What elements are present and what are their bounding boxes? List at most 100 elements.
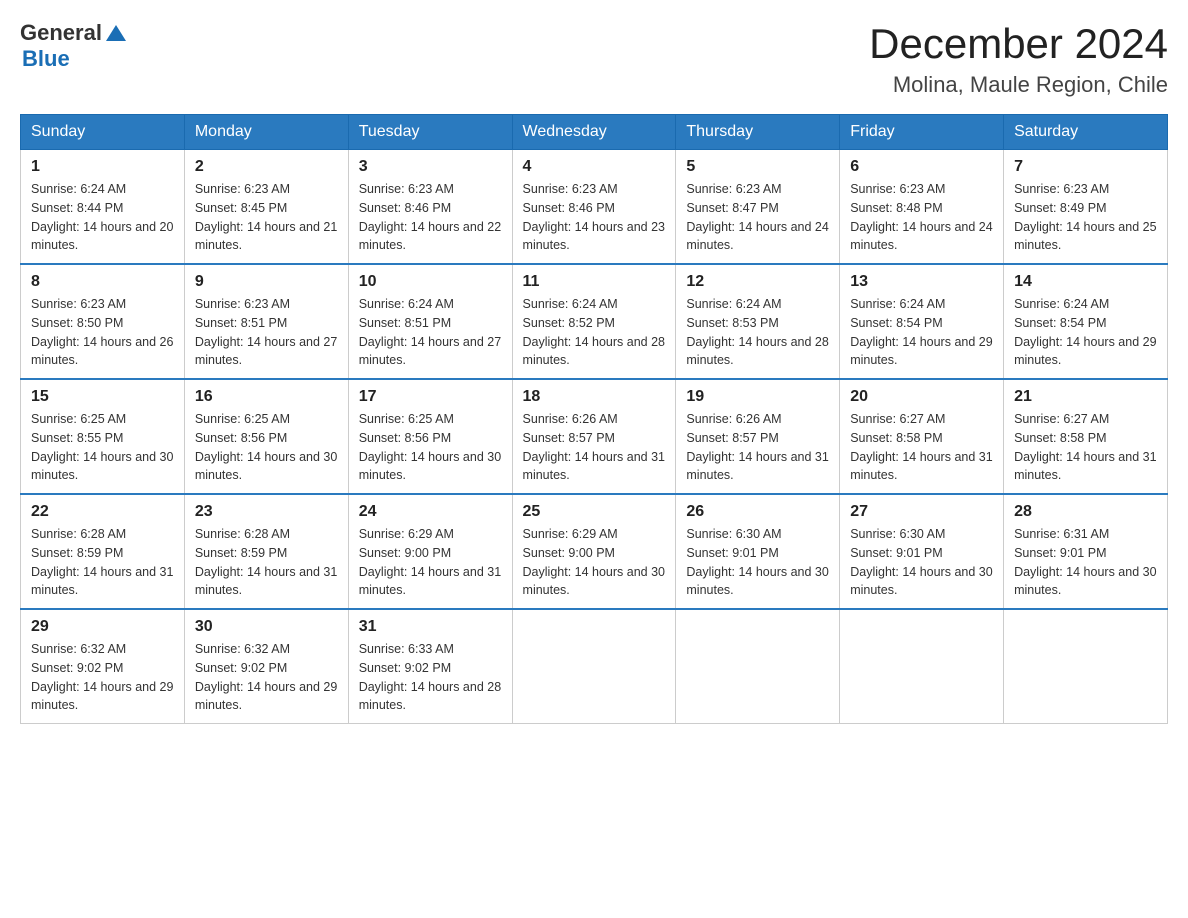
logo-icon: General Blue [20,20,126,72]
day-number: 21 [1014,388,1157,406]
calendar-cell [512,609,676,724]
calendar-cell: 14 Sunrise: 6:24 AMSunset: 8:54 PMDaylig… [1004,264,1168,379]
day-info: Sunrise: 6:28 AMSunset: 8:59 PMDaylight:… [195,527,337,597]
day-info: Sunrise: 6:26 AMSunset: 8:57 PMDaylight:… [523,412,665,482]
day-info: Sunrise: 6:23 AMSunset: 8:51 PMDaylight:… [195,297,337,367]
calendar-cell: 26 Sunrise: 6:30 AMSunset: 9:01 PMDaylig… [676,494,840,609]
day-number: 15 [31,388,174,406]
weekday-header-saturday: Saturday [1004,115,1168,150]
calendar-cell: 1 Sunrise: 6:24 AMSunset: 8:44 PMDayligh… [21,150,185,265]
day-info: Sunrise: 6:30 AMSunset: 9:01 PMDaylight:… [850,527,992,597]
day-info: Sunrise: 6:33 AMSunset: 9:02 PMDaylight:… [359,642,501,712]
calendar-cell: 31 Sunrise: 6:33 AMSunset: 9:02 PMDaylig… [348,609,512,724]
day-number: 18 [523,388,666,406]
calendar-cell: 15 Sunrise: 6:25 AMSunset: 8:55 PMDaylig… [21,379,185,494]
weekday-header-sunday: Sunday [21,115,185,150]
day-info: Sunrise: 6:27 AMSunset: 8:58 PMDaylight:… [1014,412,1156,482]
day-info: Sunrise: 6:23 AMSunset: 8:45 PMDaylight:… [195,182,337,252]
weekday-header-friday: Friday [840,115,1004,150]
day-number: 29 [31,618,174,636]
day-info: Sunrise: 6:24 AMSunset: 8:54 PMDaylight:… [850,297,992,367]
calendar-cell: 19 Sunrise: 6:26 AMSunset: 8:57 PMDaylig… [676,379,840,494]
calendar-table: SundayMondayTuesdayWednesdayThursdayFrid… [20,114,1168,724]
weekday-header-wednesday: Wednesday [512,115,676,150]
calendar-cell: 13 Sunrise: 6:24 AMSunset: 8:54 PMDaylig… [840,264,1004,379]
calendar-cell: 17 Sunrise: 6:25 AMSunset: 8:56 PMDaylig… [348,379,512,494]
day-info: Sunrise: 6:25 AMSunset: 8:56 PMDaylight:… [359,412,501,482]
calendar-cell: 12 Sunrise: 6:24 AMSunset: 8:53 PMDaylig… [676,264,840,379]
day-info: Sunrise: 6:24 AMSunset: 8:54 PMDaylight:… [1014,297,1156,367]
day-info: Sunrise: 6:23 AMSunset: 8:47 PMDaylight:… [686,182,828,252]
day-info: Sunrise: 6:32 AMSunset: 9:02 PMDaylight:… [31,642,173,712]
calendar-cell: 29 Sunrise: 6:32 AMSunset: 9:02 PMDaylig… [21,609,185,724]
calendar-cell: 20 Sunrise: 6:27 AMSunset: 8:58 PMDaylig… [840,379,1004,494]
day-number: 31 [359,618,502,636]
day-number: 23 [195,503,338,521]
day-number: 25 [523,503,666,521]
calendar-cell [676,609,840,724]
logo: General Blue [20,20,126,72]
day-info: Sunrise: 6:23 AMSunset: 8:50 PMDaylight:… [31,297,173,367]
calendar-cell [1004,609,1168,724]
day-number: 8 [31,273,174,291]
day-number: 27 [850,503,993,521]
day-number: 14 [1014,273,1157,291]
calendar-cell: 25 Sunrise: 6:29 AMSunset: 9:00 PMDaylig… [512,494,676,609]
day-number: 4 [523,158,666,176]
day-info: Sunrise: 6:25 AMSunset: 8:56 PMDaylight:… [195,412,337,482]
day-number: 22 [31,503,174,521]
calendar-cell: 6 Sunrise: 6:23 AMSunset: 8:48 PMDayligh… [840,150,1004,265]
day-info: Sunrise: 6:30 AMSunset: 9:01 PMDaylight:… [686,527,828,597]
calendar-week-row: 8 Sunrise: 6:23 AMSunset: 8:50 PMDayligh… [21,264,1168,379]
day-info: Sunrise: 6:23 AMSunset: 8:46 PMDaylight:… [523,182,665,252]
calendar-cell: 18 Sunrise: 6:26 AMSunset: 8:57 PMDaylig… [512,379,676,494]
day-number: 11 [523,273,666,291]
day-number: 16 [195,388,338,406]
day-number: 19 [686,388,829,406]
day-info: Sunrise: 6:27 AMSunset: 8:58 PMDaylight:… [850,412,992,482]
calendar-cell: 30 Sunrise: 6:32 AMSunset: 9:02 PMDaylig… [184,609,348,724]
calendar-week-row: 22 Sunrise: 6:28 AMSunset: 8:59 PMDaylig… [21,494,1168,609]
day-number: 28 [1014,503,1157,521]
calendar-cell: 5 Sunrise: 6:23 AMSunset: 8:47 PMDayligh… [676,150,840,265]
calendar-cell: 7 Sunrise: 6:23 AMSunset: 8:49 PMDayligh… [1004,150,1168,265]
calendar-cell: 24 Sunrise: 6:29 AMSunset: 9:00 PMDaylig… [348,494,512,609]
day-info: Sunrise: 6:29 AMSunset: 9:00 PMDaylight:… [523,527,665,597]
day-number: 12 [686,273,829,291]
day-number: 20 [850,388,993,406]
calendar-cell: 2 Sunrise: 6:23 AMSunset: 8:45 PMDayligh… [184,150,348,265]
calendar-cell: 28 Sunrise: 6:31 AMSunset: 9:01 PMDaylig… [1004,494,1168,609]
calendar-cell: 22 Sunrise: 6:28 AMSunset: 8:59 PMDaylig… [21,494,185,609]
location-title: Molina, Maule Region, Chile [869,72,1168,98]
day-info: Sunrise: 6:23 AMSunset: 8:46 PMDaylight:… [359,182,501,252]
day-number: 6 [850,158,993,176]
weekday-header-monday: Monday [184,115,348,150]
day-info: Sunrise: 6:25 AMSunset: 8:55 PMDaylight:… [31,412,173,482]
calendar-week-row: 29 Sunrise: 6:32 AMSunset: 9:02 PMDaylig… [21,609,1168,724]
day-info: Sunrise: 6:24 AMSunset: 8:51 PMDaylight:… [359,297,501,367]
calendar-cell: 27 Sunrise: 6:30 AMSunset: 9:01 PMDaylig… [840,494,1004,609]
day-info: Sunrise: 6:26 AMSunset: 8:57 PMDaylight:… [686,412,828,482]
header: General Blue December 2024 Molina, Maule… [20,20,1168,98]
calendar-week-row: 15 Sunrise: 6:25 AMSunset: 8:55 PMDaylig… [21,379,1168,494]
calendar-cell [840,609,1004,724]
weekday-header-row: SundayMondayTuesdayWednesdayThursdayFrid… [21,115,1168,150]
calendar-cell: 4 Sunrise: 6:23 AMSunset: 8:46 PMDayligh… [512,150,676,265]
calendar-cell: 10 Sunrise: 6:24 AMSunset: 8:51 PMDaylig… [348,264,512,379]
day-number: 5 [686,158,829,176]
day-number: 17 [359,388,502,406]
calendar-cell: 16 Sunrise: 6:25 AMSunset: 8:56 PMDaylig… [184,379,348,494]
calendar-cell: 9 Sunrise: 6:23 AMSunset: 8:51 PMDayligh… [184,264,348,379]
day-number: 2 [195,158,338,176]
day-number: 3 [359,158,502,176]
calendar-week-row: 1 Sunrise: 6:24 AMSunset: 8:44 PMDayligh… [21,150,1168,265]
calendar-cell: 3 Sunrise: 6:23 AMSunset: 8:46 PMDayligh… [348,150,512,265]
logo-text-blue: Blue [22,46,70,72]
day-info: Sunrise: 6:32 AMSunset: 9:02 PMDaylight:… [195,642,337,712]
calendar-cell: 21 Sunrise: 6:27 AMSunset: 8:58 PMDaylig… [1004,379,1168,494]
calendar-cell: 11 Sunrise: 6:24 AMSunset: 8:52 PMDaylig… [512,264,676,379]
day-info: Sunrise: 6:23 AMSunset: 8:49 PMDaylight:… [1014,182,1156,252]
day-info: Sunrise: 6:23 AMSunset: 8:48 PMDaylight:… [850,182,992,252]
month-title: December 2024 [869,20,1168,68]
day-number: 30 [195,618,338,636]
